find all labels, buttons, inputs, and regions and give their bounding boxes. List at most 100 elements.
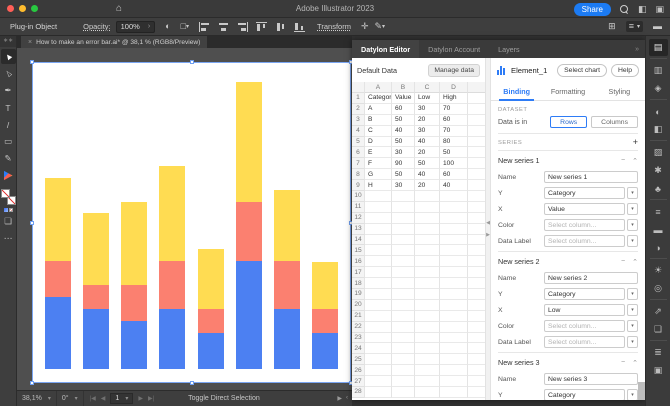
artboard-number-dropdown[interactable]: 1 ▾ (110, 393, 133, 404)
collapse-series-icon[interactable]: ⌃ (632, 157, 638, 165)
column-select[interactable]: Select column... (544, 219, 625, 231)
bar-H[interactable] (312, 262, 338, 370)
selection-handle[interactable] (30, 381, 34, 385)
select-chart-button[interactable]: Select chart (557, 64, 607, 77)
rectangle-tool[interactable]: ▭ (1, 134, 16, 149)
segment-low[interactable] (236, 202, 262, 262)
column-select[interactable]: Category (544, 389, 625, 400)
table-row[interactable]: 21 (352, 311, 485, 322)
panel-tab-layers[interactable]: Layers (489, 40, 529, 58)
fill-stroke-indicator[interactable] (1, 189, 16, 205)
table-row[interactable]: 24 (352, 343, 485, 354)
segment-low[interactable] (45, 261, 71, 297)
draw-mode-icon[interactable]: ❏ (1, 214, 16, 229)
status-collapse-icon[interactable]: ▶ (337, 395, 342, 402)
workspace-layout-icon[interactable]: ▣ (655, 5, 664, 14)
manage-data-button[interactable]: Manage data (428, 64, 480, 77)
segment-value[interactable] (83, 309, 109, 369)
selection-handle[interactable] (190, 60, 194, 64)
last-artboard-icon[interactable]: ▶| (148, 395, 154, 402)
grid-view-icon[interactable]: ⊞ (608, 22, 616, 31)
free-transform-icon[interactable]: ✛ (361, 22, 369, 31)
dropdown-arrow-icon[interactable]: ▾ (627, 203, 638, 215)
remove-series-icon[interactable]: − (621, 157, 625, 165)
dropdown-arrow-icon[interactable]: ▾ (627, 219, 638, 231)
table-row[interactable]: 16 (352, 256, 485, 267)
column-select[interactable]: Select column... (544, 320, 625, 332)
collapse-left-icon[interactable]: ◀ (486, 220, 490, 226)
panel-tab-datylon-account[interactable]: Datylon Account (419, 40, 489, 58)
table-row[interactable]: 28 (352, 387, 485, 398)
previous-artboard-icon[interactable]: ◀ (101, 395, 106, 402)
table-row[interactable]: 7F9050100 (352, 158, 485, 169)
graphic-styles-panel-icon[interactable]: ◎ (649, 280, 668, 297)
segment-low[interactable] (159, 261, 185, 309)
table-row[interactable]: 3B502060 (352, 115, 485, 126)
properties-panel-icon[interactable]: ≣ (649, 344, 668, 361)
table-row[interactable]: 23 (352, 333, 485, 344)
direct-selection-tool[interactable]: ▻ (1, 66, 16, 81)
segment-high[interactable] (45, 178, 71, 262)
table-row[interactable]: 10 (352, 191, 485, 202)
transform-label[interactable]: Transform (317, 22, 351, 31)
column-select[interactable]: Category (544, 187, 625, 199)
table-row[interactable]: 13 (352, 224, 485, 235)
table-row[interactable]: 12 (352, 213, 485, 224)
segment-high[interactable] (312, 262, 338, 310)
next-artboard-icon[interactable]: ▶ (138, 395, 143, 402)
dropdown-arrow-icon[interactable]: ▾ (627, 235, 638, 247)
table-row[interactable]: 14 (352, 235, 485, 246)
column-select[interactable]: Category (544, 288, 625, 300)
appearance-panel-icon[interactable]: ☀ (649, 262, 668, 279)
series-name-input[interactable]: New series 3 (544, 373, 638, 385)
selection-handle[interactable] (30, 221, 34, 225)
table-row[interactable]: 22 (352, 322, 485, 333)
canvas[interactable] (17, 48, 352, 390)
column-header-A[interactable]: A (365, 82, 392, 93)
segment-value[interactable] (236, 261, 262, 369)
table-row[interactable]: 19 (352, 289, 485, 300)
segment-low[interactable] (121, 285, 147, 321)
type-tool[interactable]: T (1, 100, 16, 115)
gradient-panel-icon[interactable]: ◧ (649, 121, 668, 138)
segment-high[interactable] (83, 213, 109, 285)
segment-value[interactable] (274, 309, 300, 369)
brushes-panel-icon[interactable]: ▨ (649, 144, 668, 161)
align-bottom-icon[interactable] (294, 22, 305, 32)
column-select[interactable]: Select column... (544, 235, 625, 247)
segment-low[interactable] (198, 309, 224, 333)
table-row[interactable]: 9H302040 (352, 180, 485, 191)
selection-tool[interactable]: ► (1, 49, 16, 64)
segment-value[interactable] (45, 297, 71, 369)
dropdown-arrow-icon[interactable]: ▾ (627, 389, 638, 400)
zoom-level-dropdown[interactable]: 38,1% ▾ (17, 391, 57, 406)
fill-swatch[interactable] (1, 189, 10, 198)
segment-high[interactable] (198, 249, 224, 309)
opacity-label[interactable]: Opacity: (83, 22, 111, 31)
stacked-bar-chart[interactable] (45, 67, 338, 369)
chevron-down-icon[interactable]: ▾ (382, 24, 385, 30)
help-button[interactable]: Help (611, 64, 639, 77)
table-row[interactable]: 25 (352, 354, 485, 365)
color-panel-icon[interactable]: ◐ (649, 103, 668, 120)
series-name-input[interactable]: New series 2 (544, 272, 638, 284)
segment-high[interactable] (159, 166, 185, 262)
libraries-panel-icon[interactable]: ▣ (649, 362, 668, 379)
shape-edit-icon[interactable]: ✎ (375, 22, 383, 31)
bar-F[interactable] (236, 82, 262, 369)
segment-high[interactable] (236, 82, 262, 202)
panel-tab-datylon-editor[interactable]: Datylon Editor (352, 40, 419, 58)
line-segment-tool[interactable]: / (1, 117, 16, 132)
paintbrush-tool[interactable]: ✎ (1, 151, 16, 166)
bar-C[interactable] (121, 202, 147, 369)
datylon-panel-icon[interactable]: ▤ (649, 39, 668, 56)
bar-A[interactable] (45, 178, 71, 369)
datylon-tool[interactable] (1, 168, 16, 183)
column-header-C[interactable]: C (415, 82, 440, 93)
table-row[interactable]: 17 (352, 267, 485, 278)
rows-button[interactable]: Rows (550, 116, 587, 128)
align-vcenter-icon[interactable] (275, 22, 286, 32)
bar-D[interactable] (159, 166, 185, 369)
opacity-value-dropdown[interactable]: 100% › (116, 21, 156, 33)
status-collapse-icon[interactable]: ‹ (346, 395, 348, 402)
